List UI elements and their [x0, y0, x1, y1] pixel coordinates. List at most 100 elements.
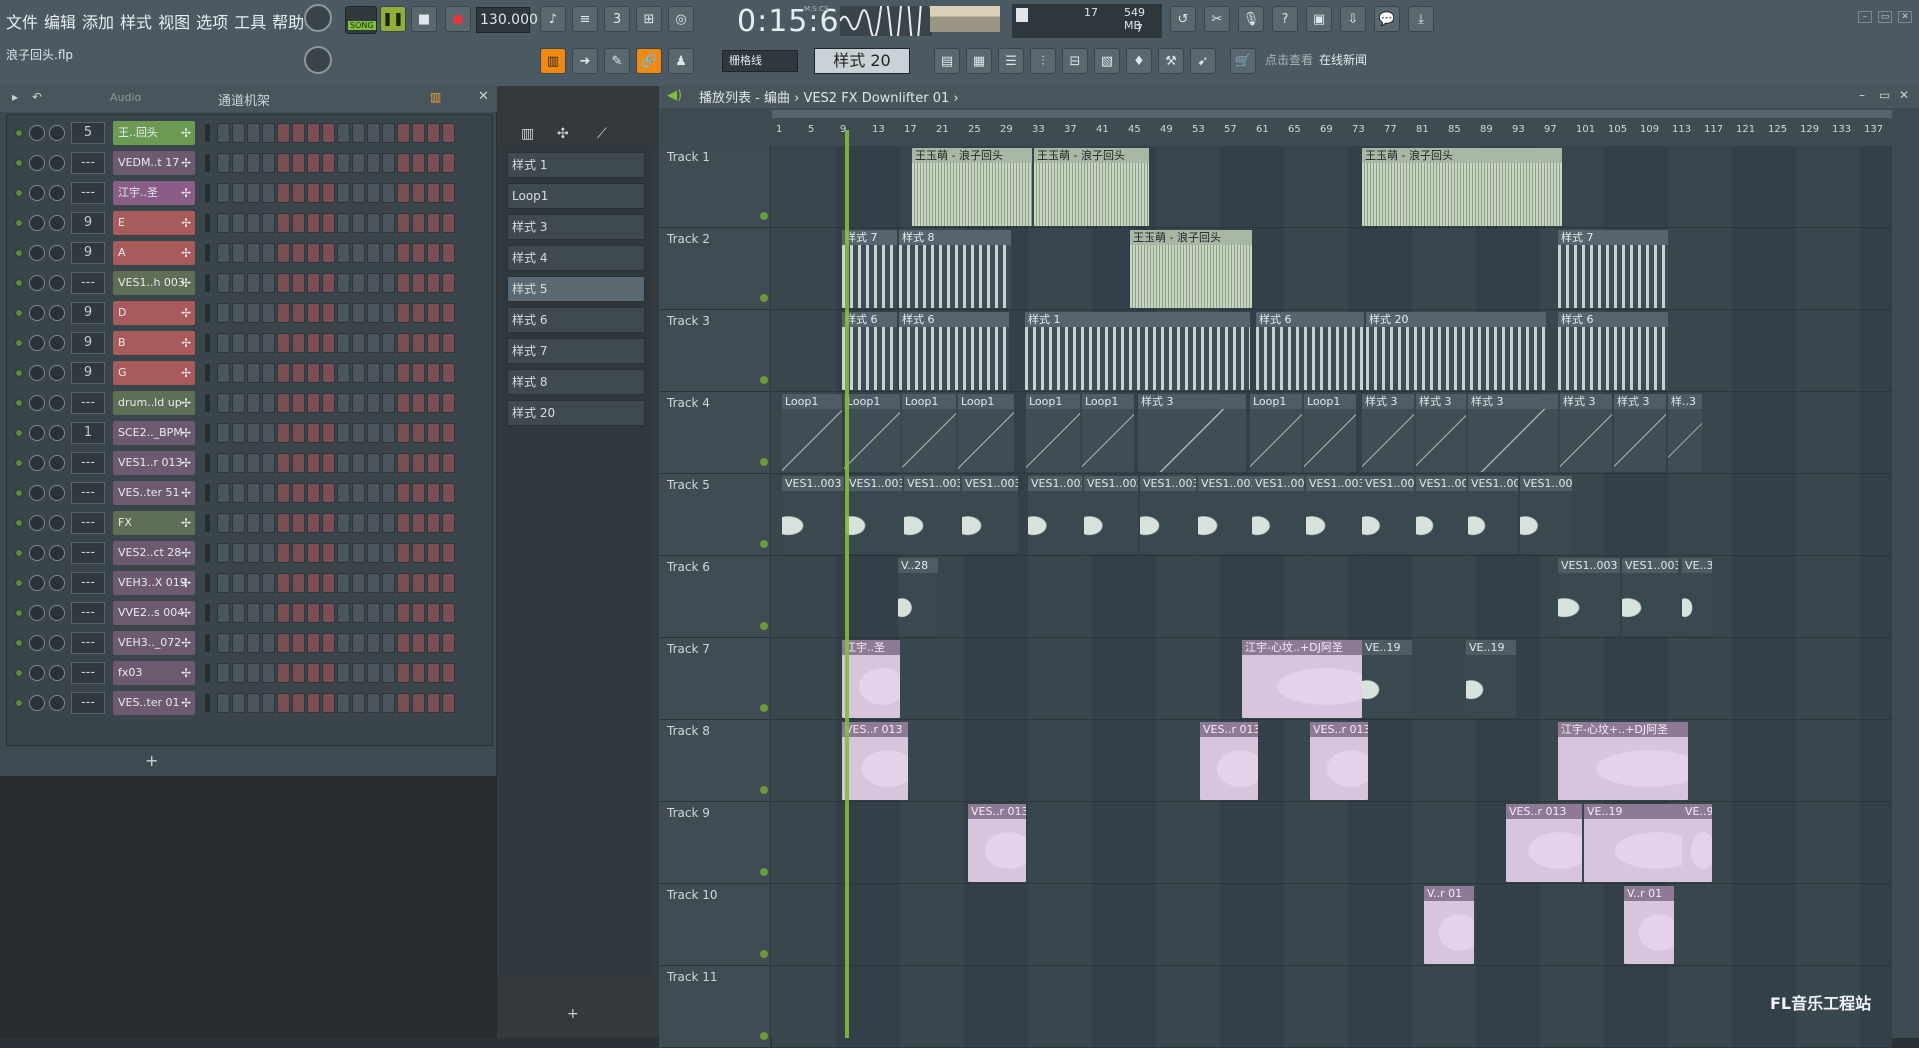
step-button[interactable]: [232, 303, 245, 323]
step-button[interactable]: [307, 603, 320, 623]
channel-select-indicator[interactable]: [205, 334, 210, 352]
step-button[interactable]: [427, 153, 440, 173]
step-button[interactable]: [442, 573, 455, 593]
step-button[interactable]: [322, 153, 335, 173]
step-button[interactable]: [247, 153, 260, 173]
step-button[interactable]: [367, 123, 380, 143]
menu-file[interactable]: 文件: [6, 9, 38, 33]
channel-mixer-track[interactable]: ---: [71, 392, 105, 414]
step-button[interactable]: [397, 333, 410, 353]
channel-pan-knob[interactable]: [49, 395, 65, 411]
channel-row[interactable]: --- VES2..ct 28: [7, 538, 494, 568]
channel-pan-knob[interactable]: [49, 125, 65, 141]
channel-mixer-track[interactable]: ---: [71, 182, 105, 204]
step-button[interactable]: [292, 543, 305, 563]
step-button[interactable]: [232, 693, 245, 713]
step-button[interactable]: [352, 483, 365, 503]
master-pitch-knob[interactable]: [304, 46, 332, 74]
step-button[interactable]: [262, 633, 275, 653]
step-button[interactable]: [382, 543, 395, 563]
step-button[interactable]: [412, 603, 425, 623]
step-button[interactable]: [427, 573, 440, 593]
channel-select-indicator[interactable]: [205, 664, 210, 682]
step-button[interactable]: [382, 243, 395, 263]
step-button[interactable]: [232, 453, 245, 473]
channel-row[interactable]: --- VES..ter 01: [7, 688, 494, 718]
step-button[interactable]: [397, 543, 410, 563]
step-edit-icon[interactable]: ⊞: [636, 6, 662, 32]
channel-name-button[interactable]: G: [113, 361, 195, 385]
track-lane[interactable]: V..r 01 V..r 01: [772, 884, 1892, 966]
channel-name-button[interactable]: VES..ter 01: [113, 691, 195, 715]
step-button[interactable]: [307, 483, 320, 503]
step-button[interactable]: [427, 213, 440, 233]
save-icon[interactable]: ▣: [1306, 6, 1332, 32]
channel-volume-knob[interactable]: [29, 125, 45, 141]
track-enable-led[interactable]: [760, 294, 768, 302]
step-button[interactable]: [232, 663, 245, 683]
step-button[interactable]: [277, 183, 290, 203]
channel-select-indicator[interactable]: [205, 364, 210, 382]
step-button[interactable]: [307, 513, 320, 533]
step-button[interactable]: [262, 243, 275, 263]
step-button[interactable]: [232, 543, 245, 563]
metronome-icon[interactable]: ♪: [540, 6, 566, 32]
maximize-button[interactable]: ▭: [1878, 11, 1892, 23]
step-button[interactable]: [262, 213, 275, 233]
step-button[interactable]: [217, 213, 230, 233]
channel-mixer-track[interactable]: ---: [71, 452, 105, 474]
playlist-clip[interactable]: 王玉萌 - 浪子回头: [1034, 148, 1149, 226]
step-button[interactable]: [397, 213, 410, 233]
step-button[interactable]: [292, 393, 305, 413]
step-button[interactable]: [292, 123, 305, 143]
pl-maximize-icon[interactable]: ▭: [1879, 88, 1890, 102]
channel-mute-led[interactable]: [15, 339, 23, 347]
playlist-clip[interactable]: VES..r 013: [1200, 722, 1258, 800]
step-button[interactable]: [367, 513, 380, 533]
step-button[interactable]: [217, 393, 230, 413]
channel-mixer-track[interactable]: 9: [71, 362, 105, 384]
track-header[interactable]: Track 7: [659, 638, 771, 720]
step-button[interactable]: [322, 543, 335, 563]
step-button[interactable]: [292, 153, 305, 173]
step-button[interactable]: [217, 453, 230, 473]
step-button[interactable]: [247, 543, 260, 563]
track-header[interactable]: Track 9: [659, 802, 771, 884]
step-button[interactable]: [217, 303, 230, 323]
channel-name-button[interactable]: VES..ter 51: [113, 481, 195, 505]
channel-row[interactable]: --- VEH3..X 019: [7, 568, 494, 598]
step-button[interactable]: [427, 483, 440, 503]
step-button[interactable]: [262, 693, 275, 713]
channel-mixer-track[interactable]: 9: [71, 242, 105, 264]
news-link[interactable]: 在线新闻: [1319, 53, 1367, 67]
channel-name-button[interactable]: D: [113, 301, 195, 325]
step-button[interactable]: [367, 453, 380, 473]
tools-icon[interactable]: ⚒: [1158, 48, 1184, 74]
step-button[interactable]: [307, 303, 320, 323]
browser-icon[interactable]: ⊟: [1062, 48, 1088, 74]
channel-mute-led[interactable]: [15, 399, 23, 407]
track-header[interactable]: Track 4: [659, 392, 771, 474]
channel-name-button[interactable]: 江宇..圣: [113, 181, 195, 205]
step-button[interactable]: [442, 513, 455, 533]
channel-name-button[interactable]: A: [113, 241, 195, 265]
track-lane[interactable]: V..28 VES1..003 VES1..003 VE..3: [772, 556, 1892, 638]
channel-name-button[interactable]: VEH3.._072: [113, 631, 195, 655]
step-button[interactable]: [247, 573, 260, 593]
step-button[interactable]: [262, 663, 275, 683]
playlist-clip[interactable]: VES1..003: [1084, 476, 1138, 554]
channel-row[interactable]: --- VES..ter 51: [7, 478, 494, 508]
channel-row[interactable]: --- VES1..r 013: [7, 448, 494, 478]
channel-row[interactable]: --- VEDM..t 17: [7, 148, 494, 178]
step-button[interactable]: [367, 483, 380, 503]
channel-mixer-track[interactable]: ---: [71, 152, 105, 174]
playlist-clip[interactable]: 样式 6: [1256, 312, 1364, 390]
channel-select-indicator[interactable]: [205, 544, 210, 562]
paint-icon[interactable]: ♦: [1126, 48, 1152, 74]
picker-add-icon[interactable]: +: [567, 1006, 579, 1022]
step-button[interactable]: [232, 153, 245, 173]
picker-auto-icon[interactable]: ⟋: [597, 126, 607, 142]
channel-volume-knob[interactable]: [29, 245, 45, 261]
playlist-clip[interactable]: 江宇-心坟..+DJ阿圣: [1242, 640, 1362, 718]
playlist-clip[interactable]: VES1..003: [1252, 476, 1304, 554]
